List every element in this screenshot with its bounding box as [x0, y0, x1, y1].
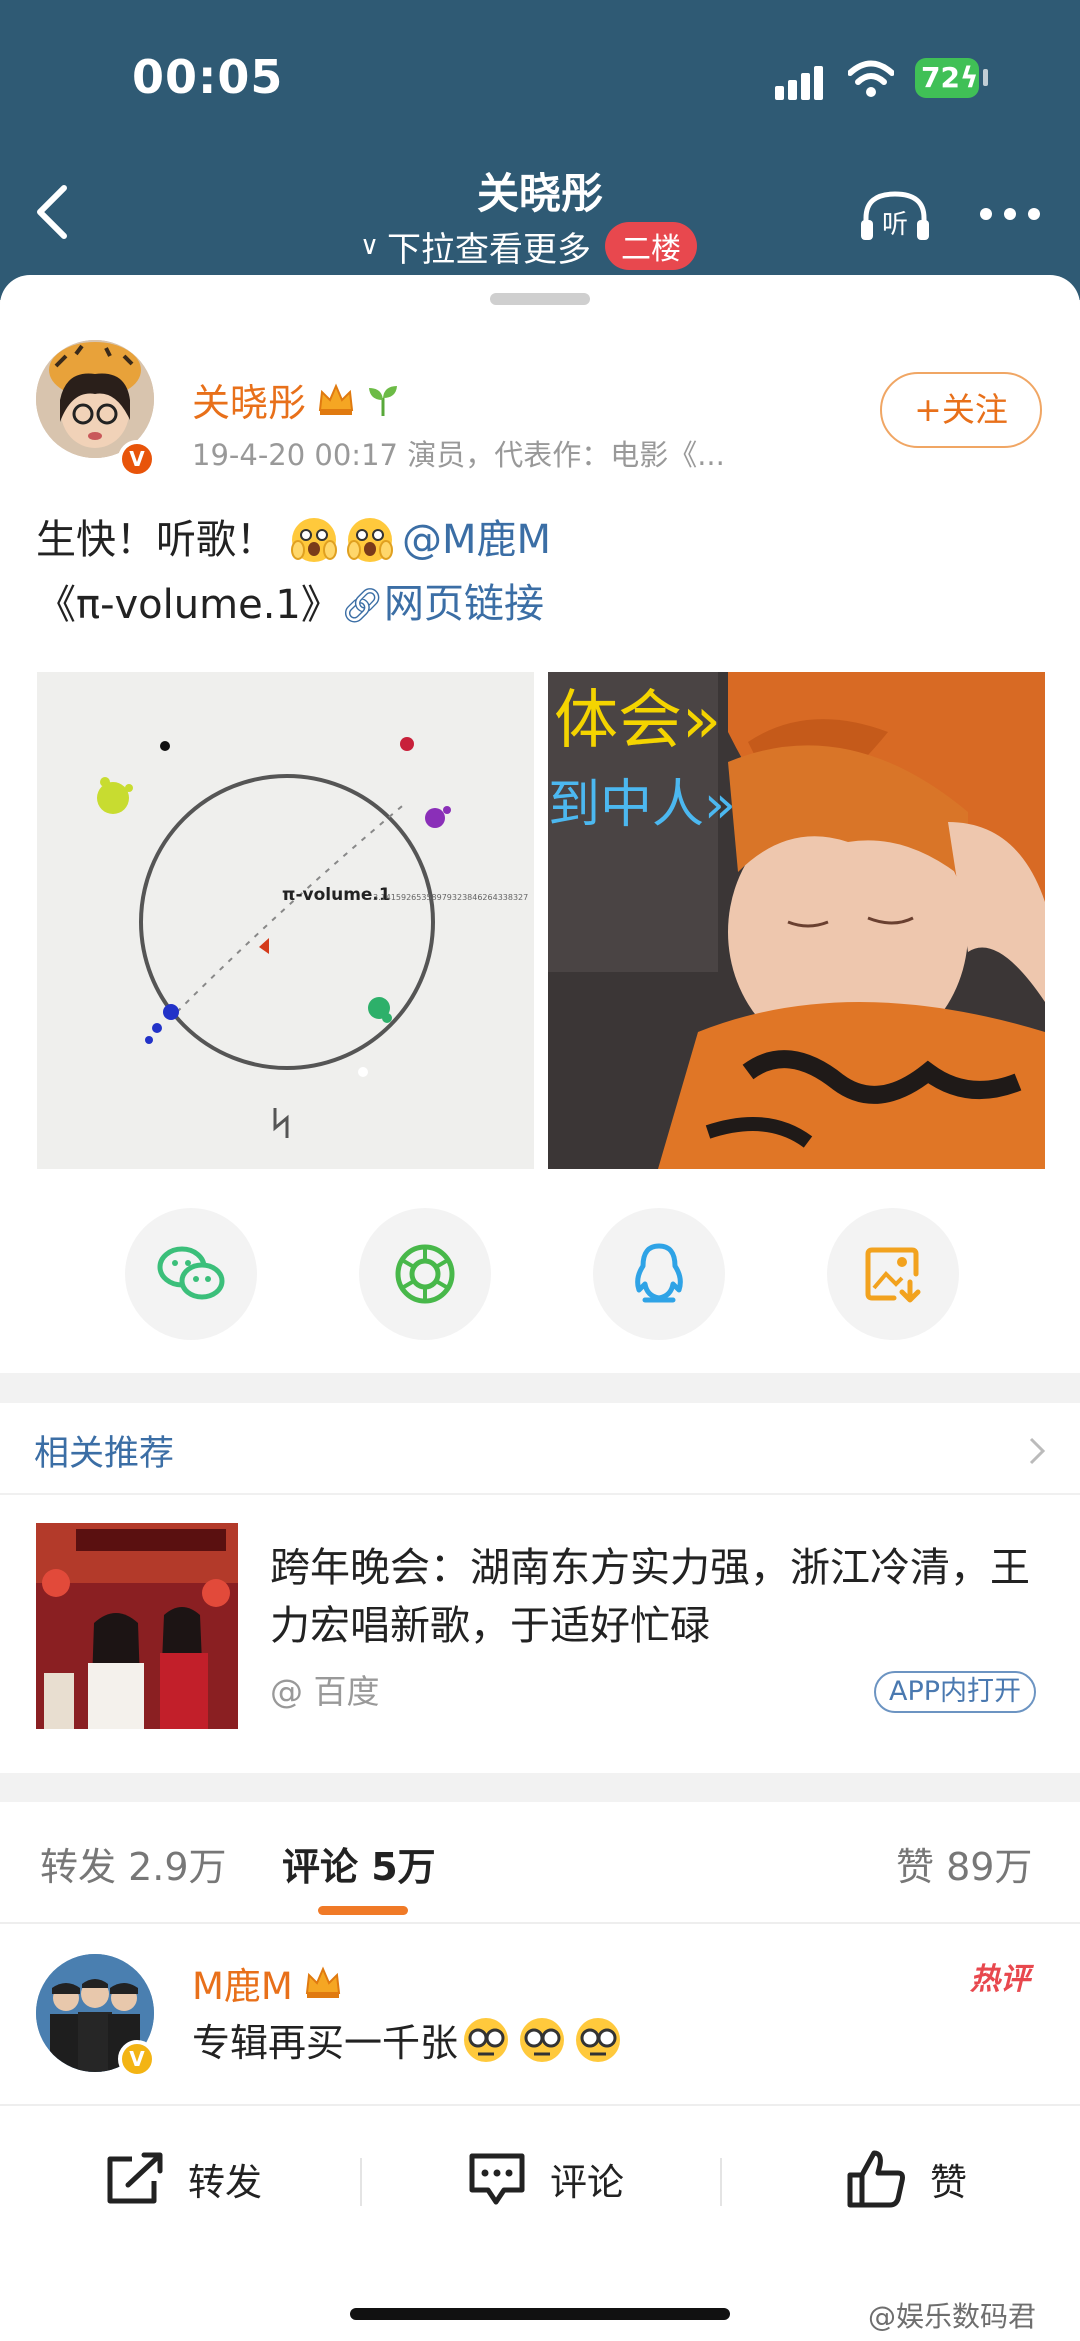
verified-badge: V [118, 2040, 156, 2078]
post-text: 生快！听歌！ @M鹿M 《π-volume.1》 🔗︎网页链接 [36, 508, 551, 638]
comment-text-body: 专辑再买一千张 [192, 2021, 459, 2065]
tab-likes[interactable]: 赞 89万 [896, 1836, 1032, 1891]
chevron-down-icon: ∨ [360, 231, 380, 261]
charging-icon: ϟ [959, 61, 979, 94]
comment-text: 专辑再买一千张 [192, 2012, 630, 2067]
divider [360, 2158, 362, 2206]
tab-comments[interactable]: 评论 5万 [282, 1836, 436, 1891]
shocked-emoji-icon [347, 518, 393, 562]
active-tab-indicator [318, 1906, 408, 1915]
listen-label: 听 [882, 210, 908, 240]
share-qq-button[interactable] [593, 1208, 725, 1340]
status-time: 00:05 [132, 50, 284, 104]
like-label: 赞 [930, 2161, 967, 2204]
drag-handle[interactable] [490, 293, 590, 305]
related-recommendation: 相关推荐 跨年晚会：湖南东方实力强，浙江冷清，王力宏唱新歌，于适好忙碌 @ 百度… [0, 1403, 1080, 1773]
thinking-emoji-icon [464, 2017, 509, 2062]
wechat-icon [157, 1246, 225, 1300]
like-button[interactable]: 赞 [846, 2144, 967, 2214]
engagement-tabs: 转发 2.9万 评论 5万 赞 89万 [0, 1802, 1080, 1922]
save-image-icon [865, 1247, 921, 1303]
web-link[interactable]: 🔗︎网页链接 [341, 572, 544, 638]
album-title: 《π-volume.1》 [36, 582, 341, 628]
comment-icon [469, 2153, 525, 2205]
battery-cap [983, 69, 988, 86]
follow-button[interactable]: +关注 [880, 372, 1042, 448]
pull-down-hint[interactable]: ∨ 下拉查看更多 二楼 [360, 222, 698, 270]
repost-button[interactable]: 转发 [104, 2144, 262, 2214]
hot-comment-badge: 热评 [970, 1962, 1030, 1997]
comment-item[interactable]: V M鹿M 专辑再买一千张 热评 [0, 1924, 1080, 2104]
battery-level: 72 [921, 61, 960, 94]
tab-repost[interactable]: 转发 2.9万 [40, 1836, 227, 1891]
verified-badge: V [118, 440, 156, 478]
qq-penguin-icon [635, 1243, 683, 1303]
second-floor-badge[interactable]: 二楼 [605, 222, 698, 270]
repost-label: 转发 [188, 2161, 262, 2204]
thinking-emoji-icon [520, 2017, 565, 2062]
author-name[interactable]: 关晓彤 [192, 372, 400, 427]
recommend-source: @ 百度 [270, 1672, 380, 1711]
web-link-text: 网页链接 [384, 581, 545, 627]
link-icon: 🔗︎ [340, 586, 385, 626]
pull-down-text: 下拉查看更多 [387, 229, 592, 270]
save-image-button[interactable] [827, 1208, 959, 1340]
post-image-portrait[interactable]: 体会» 到中人» [548, 672, 1045, 1169]
more-options-icon[interactable] [980, 208, 1040, 224]
battery-indicator: 72ϟ [915, 58, 979, 98]
share-wechat-button[interactable] [125, 1208, 257, 1340]
watermark: @娱乐数码君 [868, 2300, 1037, 2333]
divider [0, 1493, 1080, 1495]
sprout-icon [369, 385, 398, 416]
open-in-app-button[interactable]: APP内打开 [874, 1671, 1036, 1713]
header: 00:05 72ϟ 关晓彤 ∨ 下拉查看更多 二楼 听 [0, 0, 1080, 300]
divider [720, 2158, 722, 2206]
thinking-emoji-icon [576, 2017, 621, 2062]
related-heading: 相关推荐 [34, 1434, 175, 1474]
wifi-icon [848, 60, 894, 97]
listen-headphones-icon[interactable]: 听 [858, 188, 932, 244]
post-text-main: 生快！听歌！ [36, 517, 276, 563]
recommend-title[interactable]: 跨年晚会：湖南东方实力强，浙江冷清，王力宏唱新歌，于适好忙碌 [270, 1539, 1040, 1655]
crown-icon [305, 1966, 340, 1998]
commenter-name[interactable]: M鹿M [192, 1956, 343, 2010]
mention-link[interactable]: @M鹿M [402, 508, 551, 572]
share-moments-button[interactable] [359, 1208, 491, 1340]
post-image-album-cover[interactable]: π-volume.1 3.141592653589793238462643383… [37, 672, 534, 1169]
author-name-text: 关晓彤 [192, 381, 307, 425]
post-meta: 19-4-20 00:17 演员，代表作：电影《... [192, 438, 725, 472]
chevron-right-icon[interactable] [1025, 1431, 1049, 1471]
home-indicator[interactable] [350, 2308, 730, 2320]
commenter-name-text: M鹿M [192, 1965, 293, 2008]
portrait-overlay-text: 到中人» [548, 775, 736, 835]
thumbs-up-icon [847, 2150, 905, 2208]
repost-icon [107, 2152, 163, 2204]
portrait-overlay-text: 体会» [554, 684, 721, 758]
moments-icon [395, 1244, 455, 1304]
comment-button[interactable]: 评论 [466, 2144, 624, 2214]
comment-label: 评论 [550, 2161, 624, 2204]
svg-text:3.1415926535897932384626433832: 3.14159265358979323846264338327 [373, 893, 528, 902]
crown-icon [318, 382, 354, 415]
signal-icon [775, 62, 831, 100]
recommend-thumbnail[interactable] [36, 1523, 238, 1729]
shocked-emoji-icon [291, 518, 337, 562]
